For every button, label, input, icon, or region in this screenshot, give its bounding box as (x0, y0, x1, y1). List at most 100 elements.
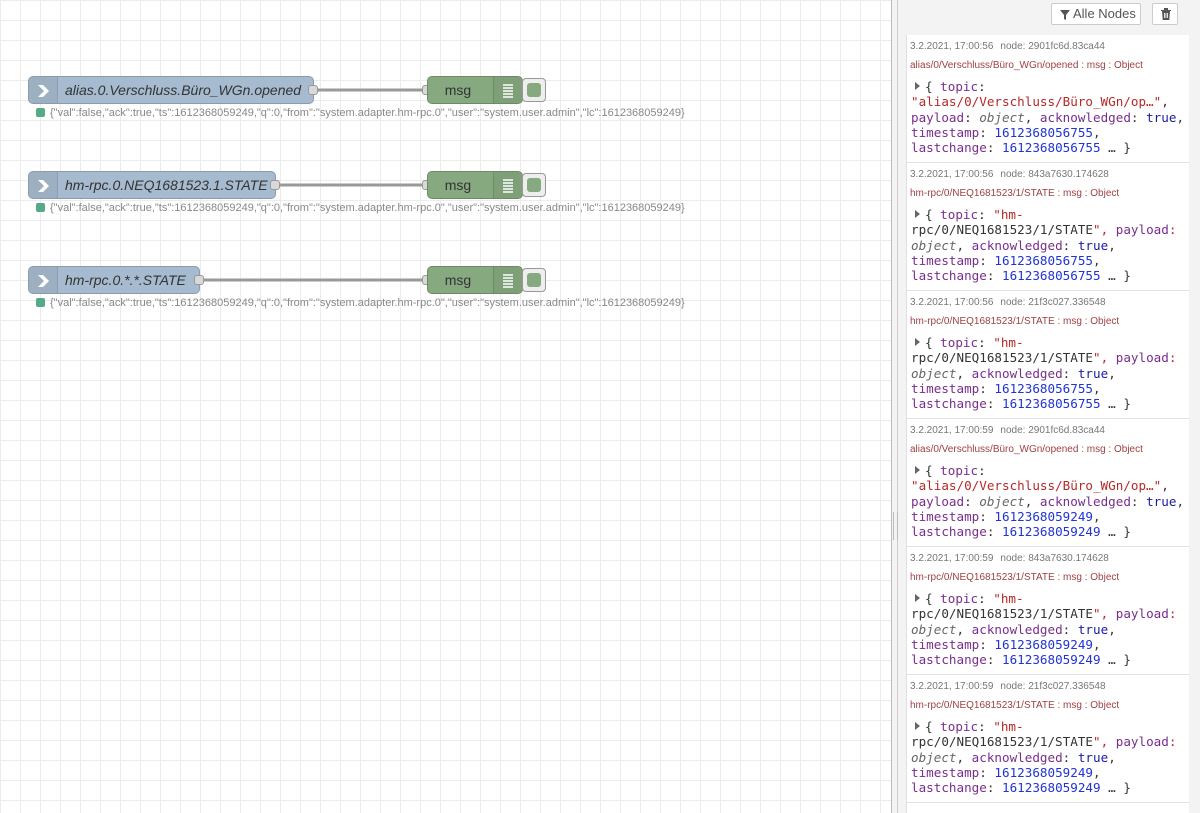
message-meta: 3.2.2021, 17:00:56 node: 21f3c027.336548 (910, 297, 1186, 309)
debug-message-list[interactable]: 3.2.2021, 17:00:56 node: 2901fc6d.83ca44 a… (906, 35, 1189, 813)
message-node-link[interactable]: node: 843a7630.174628 (1000, 169, 1108, 180)
debug-toggle-button[interactable] (522, 268, 546, 292)
message-object[interactable]: { topic: "hm- rpc/0/NEQ1681523/1/STATE",… (911, 207, 1186, 283)
debug-node[interactable]: msg (427, 171, 523, 199)
expand-caret-icon[interactable] (915, 466, 920, 474)
debug-toggle-indicator (527, 83, 541, 97)
message-time: 3.2.2021, 17:00:56 (910, 41, 994, 52)
message-object-line: lastchange: 1612368059249 … } (911, 780, 1131, 796)
message-topic: hm-rpc/0/NEQ1681523/1/STATE : msg : Obje… (910, 700, 1120, 711)
message-object-line: { topic: "hm- (925, 591, 1024, 606)
message-object-line: timestamp: 1612368059249, (911, 764, 1101, 780)
debug-toggle-indicator (527, 273, 541, 287)
message-topic: alias/0/Verschluss/Büro_WGn/opened : msg… (910, 444, 1143, 455)
message-node-link[interactable]: node: 2901fc6d.83ca44 (1000, 41, 1105, 52)
message-meta: 3.2.2021, 17:00:56 node: 2901fc6d.83ca44 (910, 41, 1186, 53)
message-object-line: rpc/0/NEQ1681523/1/STATE", payload: (911, 606, 1177, 622)
debug-message[interactable]: 3.2.2021, 17:00:59 node: 21f3c027.336548 h… (907, 675, 1189, 803)
status-text: {"val":false,"ack":true,"ts":16123680592… (50, 107, 685, 119)
message-object-line: { topic: "hm- (925, 335, 1024, 350)
expand-caret-icon[interactable] (915, 82, 920, 90)
input-node[interactable]: hm-rpc.0.NEQ1681523.1.STATE (28, 171, 276, 199)
status-dot-icon (36, 203, 45, 212)
node-icon-area (493, 77, 522, 103)
debug-node[interactable]: msg (427, 76, 523, 104)
debug-sidebar: Alle Nodes 3.2.2021, 17:00:56 node: 2901f… (898, 0, 1200, 813)
filter-nodes-button[interactable]: Alle Nodes (1051, 3, 1141, 25)
debug-list-icon (503, 274, 513, 288)
clear-messages-button[interactable] (1152, 3, 1178, 25)
message-topic: hm-rpc/0/NEQ1681523/1/STATE : msg : Obje… (910, 188, 1120, 199)
debug-message[interactable]: 3.2.2021, 17:00:56 node: 843a7630.174628 h… (907, 163, 1189, 291)
expand-caret-icon[interactable] (915, 594, 920, 602)
message-object[interactable]: { topic: "hm- rpc/0/NEQ1681523/1/STATE",… (911, 719, 1186, 795)
node-icon-area (29, 267, 58, 293)
status-dot-icon (36, 298, 45, 307)
input-node[interactable]: alias.0.Verschluss.Büro_WGn.opened (28, 76, 314, 104)
message-topic: alias/0/Verschluss/Büro_WGn/opened : msg… (910, 60, 1143, 71)
message-object-line: rpc/0/NEQ1681523/1/STATE", payload: (911, 350, 1177, 366)
debug-message[interactable]: 3.2.2021, 17:00:56 node: 2901fc6d.83ca44 a… (907, 35, 1189, 163)
debug-list-icon (503, 84, 513, 98)
debug-toggle-button[interactable] (522, 173, 546, 197)
filter-label: Alle Nodes (1073, 6, 1136, 21)
filter-icon (1060, 10, 1070, 20)
flow-workspace[interactable]: alias.0.Verschluss.Büro_WGn.opened msg {… (0, 0, 891, 813)
node-label: alias.0.Verschluss.Büro_WGn.opened (65, 82, 302, 98)
node-icon-area (29, 77, 58, 103)
debug-message[interactable]: 3.2.2021, 17:00:56 node: 21f3c027.336548 h… (907, 291, 1189, 419)
expand-caret-icon[interactable] (915, 722, 920, 730)
message-object-line: object, acknowledged: true, (911, 621, 1116, 637)
message-object[interactable]: { topic: "alias/0/Verschluss/Büro_WGn/op… (911, 79, 1186, 155)
debug-toggle-button[interactable] (522, 78, 546, 102)
node-icon-area (29, 172, 58, 198)
message-time: 3.2.2021, 17:00:56 (910, 297, 994, 308)
message-object-line: timestamp: 1612368059249, (911, 636, 1101, 652)
debug-message[interactable]: 3.2.2021, 17:00:59 node: 2901fc6d.83ca44 a… (907, 419, 1189, 547)
status-text: {"val":false,"ack":true,"ts":16123680592… (50, 202, 685, 214)
expand-caret-icon[interactable] (915, 338, 920, 346)
message-node-link[interactable]: node: 843a7630.174628 (1000, 553, 1108, 564)
message-topic: hm-rpc/0/NEQ1681523/1/STATE : msg : Obje… (910, 316, 1120, 327)
output-port[interactable] (270, 180, 280, 190)
trash-icon (1161, 8, 1171, 20)
input-node[interactable]: hm-rpc.0.*.*.STATE (28, 266, 200, 294)
debug-list-icon (503, 179, 513, 193)
message-object-line: timestamp: 1612368056755, (911, 124, 1101, 140)
node-label: msg (444, 82, 472, 98)
message-time: 3.2.2021, 17:00:59 (910, 681, 994, 692)
message-object-line: payload: object, acknowledged: true, (911, 493, 1185, 509)
output-port[interactable] (194, 275, 204, 285)
output-port[interactable] (308, 85, 318, 95)
sidebar-resize-handle[interactable] (891, 0, 898, 813)
message-object-line: payload: object, acknowledged: true, (911, 109, 1185, 125)
message-object[interactable]: { topic: "alias/0/Verschluss/Büro_WGn/op… (911, 463, 1186, 539)
message-object-line: lastchange: 1612368056755 … } (911, 268, 1131, 284)
message-node-link[interactable]: node: 21f3c027.336548 (1000, 297, 1105, 308)
status-dot-icon (36, 108, 45, 117)
message-object-line: { topic: (925, 463, 986, 478)
node-label: msg (444, 272, 472, 288)
message-time: 3.2.2021, 17:00:59 (910, 425, 994, 436)
message-object-line: object, acknowledged: true, (911, 749, 1116, 765)
message-node-link[interactable]: node: 21f3c027.336548 (1000, 681, 1105, 692)
message-object-line: lastchange: 1612368056755 … } (911, 396, 1131, 412)
message-object-line: object, acknowledged: true, (911, 237, 1116, 253)
debug-message[interactable]: 3.2.2021, 17:00:59 node: 843a7630.174628 h… (907, 547, 1189, 675)
message-object-line: { topic: (925, 79, 986, 94)
message-object-line: timestamp: 1612368056755, (911, 252, 1101, 268)
arrow-in-icon (38, 85, 49, 97)
message-object-line: lastchange: 1612368059249 … } (911, 652, 1131, 668)
message-object-line: { topic: "hm- (925, 719, 1024, 734)
message-object-line: { topic: "hm- (925, 207, 1024, 222)
wires-layer (199, 88, 427, 282)
message-node-link[interactable]: node: 2901fc6d.83ca44 (1000, 425, 1105, 436)
message-meta: 3.2.2021, 17:00:59 node: 843a7630.174628 (910, 553, 1186, 565)
message-object[interactable]: { topic: "hm- rpc/0/NEQ1681523/1/STATE",… (911, 335, 1186, 411)
message-object[interactable]: { topic: "hm- rpc/0/NEQ1681523/1/STATE",… (911, 591, 1186, 667)
message-time: 3.2.2021, 17:00:59 (910, 553, 994, 564)
debug-node[interactable]: msg (427, 266, 523, 294)
debug-toolbar: Alle Nodes (898, 0, 1200, 32)
expand-caret-icon[interactable] (915, 210, 920, 218)
message-object-line: object, acknowledged: true, (911, 365, 1116, 381)
